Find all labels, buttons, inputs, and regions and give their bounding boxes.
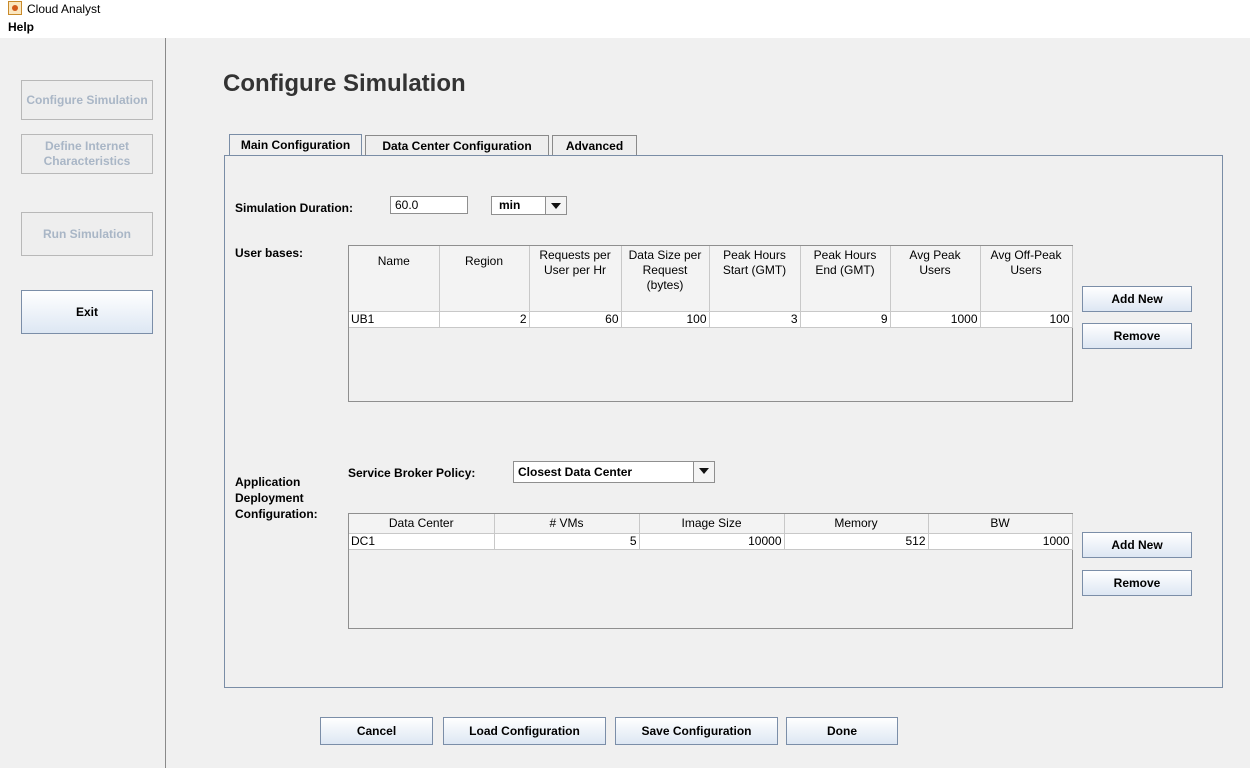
table-cell[interactable]: 2 <box>439 311 530 328</box>
table-cell[interactable]: 512 <box>784 533 929 550</box>
simulation-duration-label: Simulation Duration: <box>235 201 353 215</box>
define-internet-characteristics-button[interactable]: Define Internet Characteristics <box>21 134 153 174</box>
run-simulation-button[interactable]: Run Simulation <box>21 212 153 256</box>
user-bases-table: Name Region Requests per User per Hr Dat… <box>349 246 1073 328</box>
column-header[interactable]: Data Size per Request (bytes) <box>621 246 710 312</box>
service-broker-policy-value: Closest Data Center <box>518 465 633 479</box>
column-header[interactable]: Name <box>349 246 440 312</box>
table-cell[interactable]: 1000 <box>890 311 981 328</box>
column-header[interactable]: Image Size <box>639 514 785 534</box>
user-bases-label: User bases: <box>235 246 304 260</box>
service-broker-policy-label: Service Broker Policy: <box>348 466 476 480</box>
service-broker-policy-select[interactable]: Closest Data Center <box>513 461 715 483</box>
column-header[interactable]: Data Center <box>349 514 495 534</box>
table-row[interactable]: DC1 5 10000 512 1000 <box>349 533 1073 550</box>
remove-deployment-button[interactable]: Remove <box>1082 570 1192 596</box>
column-header[interactable]: Requests per User per Hr <box>529 246 622 312</box>
menu-help[interactable]: Help <box>8 20 34 34</box>
table-cell[interactable]: 60 <box>529 311 622 328</box>
table-cell[interactable]: 1000 <box>928 533 1073 550</box>
table-cell[interactable]: 3 <box>709 311 801 328</box>
column-header[interactable]: Memory <box>784 514 929 534</box>
table-cell[interactable]: 5 <box>494 533 640 550</box>
column-header[interactable]: Peak Hours End (GMT) <box>800 246 891 312</box>
column-header[interactable]: Peak Hours Start (GMT) <box>709 246 801 312</box>
done-button[interactable]: Done <box>786 717 898 745</box>
table-cell[interactable]: UB1 <box>349 311 440 328</box>
chevron-down-icon[interactable] <box>693 462 714 482</box>
menu-bar <box>0 18 1250 38</box>
title-bar <box>0 0 1250 18</box>
column-header[interactable]: BW <box>928 514 1073 534</box>
table-cell[interactable]: 100 <box>980 311 1073 328</box>
tab-main-configuration[interactable]: Main Configuration <box>229 134 362 155</box>
simulation-duration-input[interactable]: 60.0 <box>390 196 468 214</box>
table-cell[interactable]: 100 <box>621 311 710 328</box>
add-user-base-button[interactable]: Add New <box>1082 286 1192 312</box>
column-header[interactable]: # VMs <box>494 514 640 534</box>
tab-advanced[interactable]: Advanced <box>552 135 637 155</box>
cancel-button[interactable]: Cancel <box>320 717 433 745</box>
page-title: Configure Simulation <box>223 70 466 97</box>
application-deployment-label: Application Deployment Configuration: <box>235 475 318 521</box>
duration-unit-value: min <box>499 198 521 212</box>
save-configuration-button[interactable]: Save Configuration <box>615 717 778 745</box>
column-header[interactable]: Avg Peak Users <box>890 246 981 312</box>
column-header[interactable]: Avg Off-Peak Users <box>980 246 1073 312</box>
duration-unit-select[interactable]: min <box>491 196 567 215</box>
deployment-table: Data Center # VMs Image Size Memory BW D… <box>349 514 1073 550</box>
user-bases-table-container: Name Region Requests per User per Hr Dat… <box>348 245 1073 402</box>
table-cell[interactable]: DC1 <box>349 533 495 550</box>
chevron-down-icon[interactable] <box>545 197 566 214</box>
deployment-table-container: Data Center # VMs Image Size Memory BW D… <box>348 513 1073 629</box>
column-header[interactable]: Region <box>439 246 530 312</box>
table-row[interactable]: UB1 2 60 100 3 9 1000 100 <box>349 311 1073 328</box>
sidebar: Configure Simulation Define Internet Cha… <box>0 38 166 768</box>
table-cell[interactable]: 10000 <box>639 533 785 550</box>
remove-user-base-button[interactable]: Remove <box>1082 323 1192 349</box>
add-deployment-button[interactable]: Add New <box>1082 532 1192 558</box>
configure-simulation-button[interactable]: Configure Simulation <box>21 80 153 120</box>
table-cell[interactable]: 9 <box>800 311 891 328</box>
load-configuration-button[interactable]: Load Configuration <box>443 717 606 745</box>
exit-button[interactable]: Exit <box>21 290 153 334</box>
java-app-icon <box>8 1 22 15</box>
tab-data-center-configuration[interactable]: Data Center Configuration <box>365 135 549 155</box>
window-title: Cloud Analyst <box>27 2 101 16</box>
